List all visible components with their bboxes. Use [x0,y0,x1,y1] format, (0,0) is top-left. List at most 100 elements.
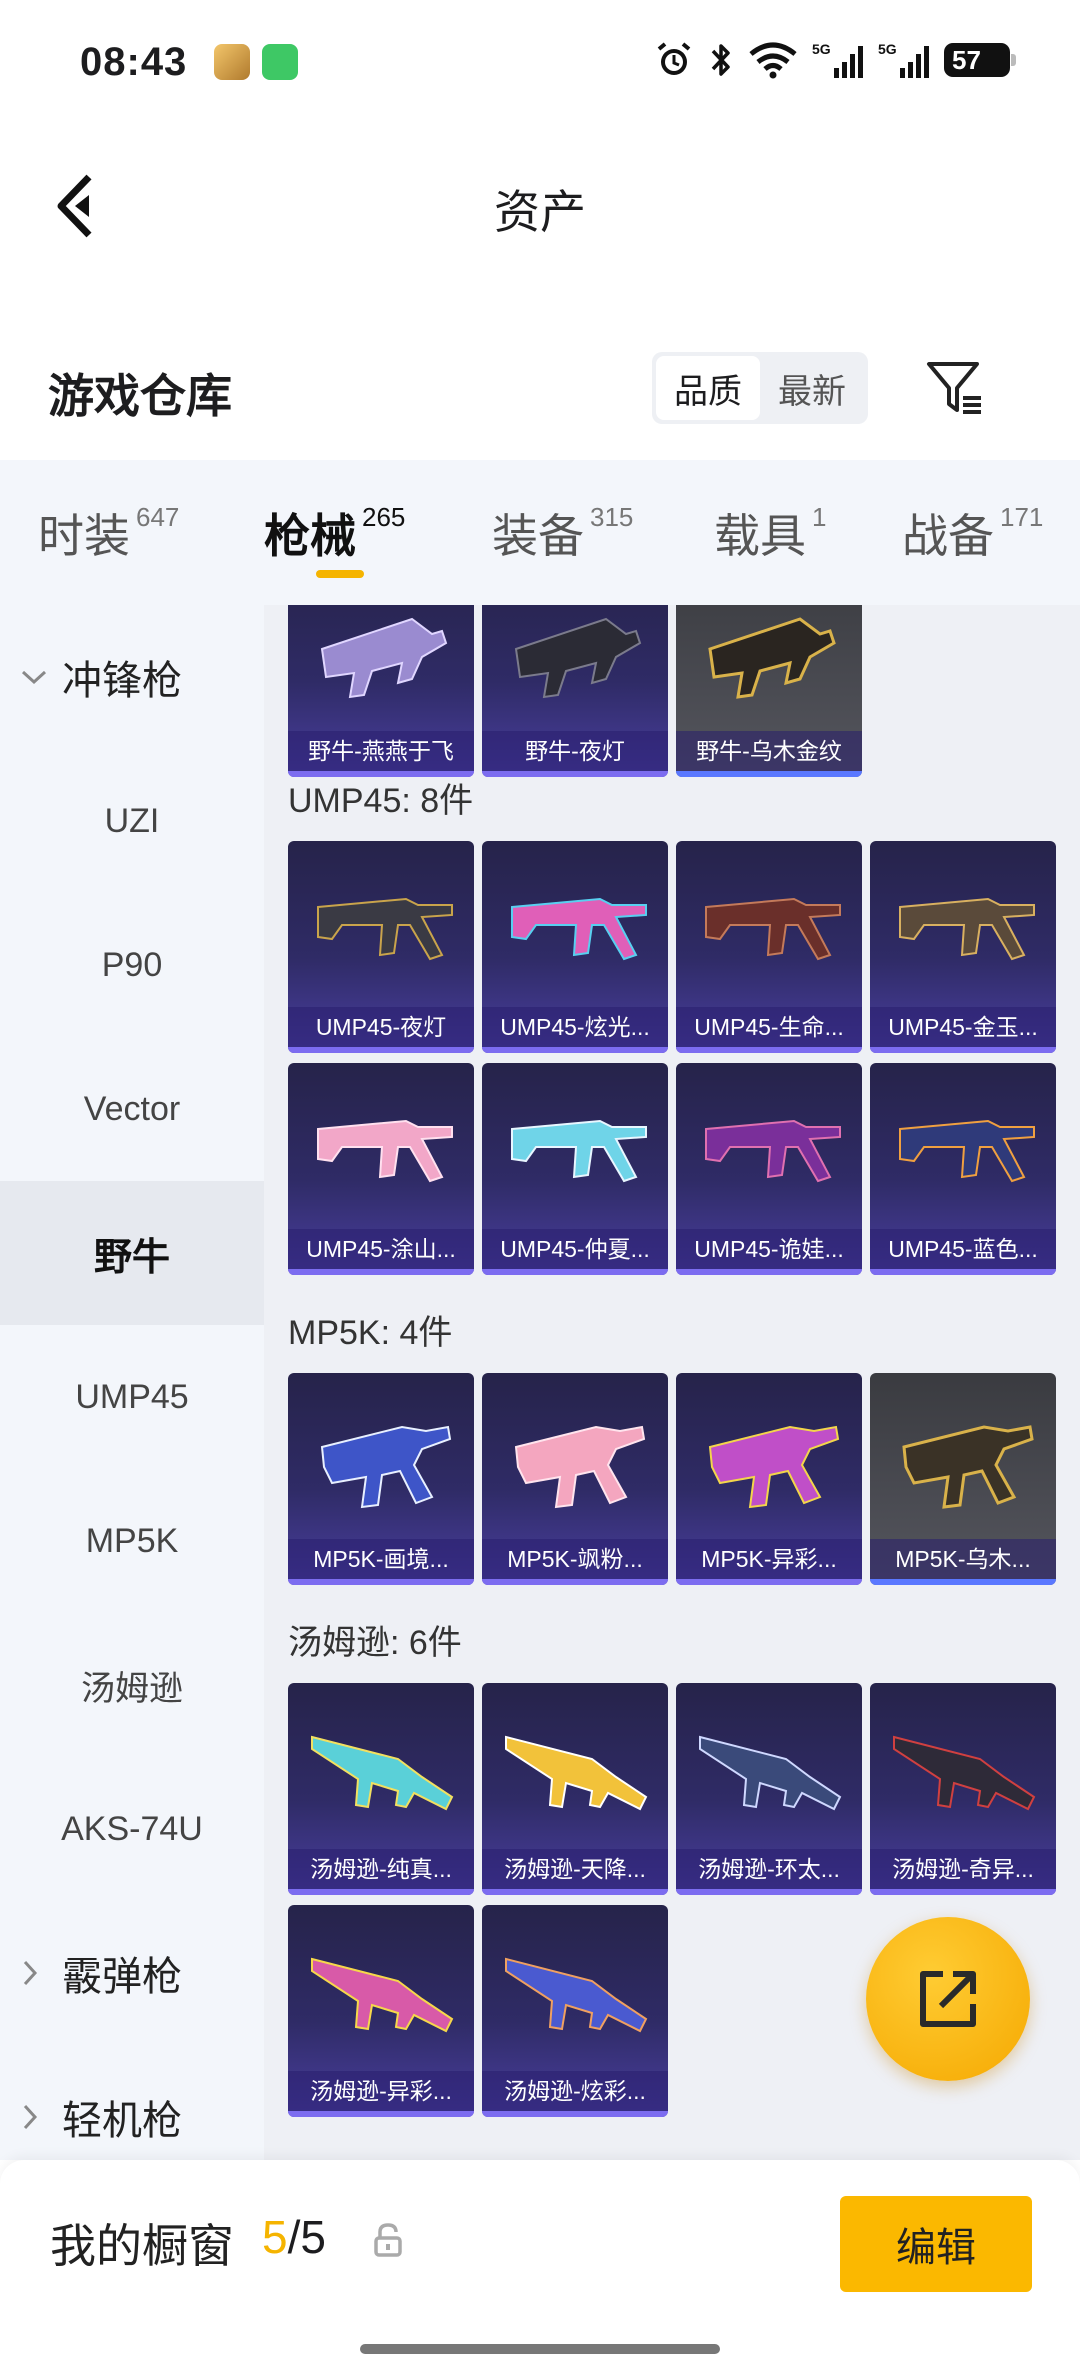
smg-skin-icon [902,1425,1034,1509]
tab-firearms[interactable]: 枪械 265 [264,500,405,566]
sidebar-item-aks74u[interactable]: AKS-74U [0,1757,264,1901]
skin-card[interactable]: 野牛-夜灯 [482,605,668,777]
edit-button[interactable]: 编辑 [840,2196,1032,2292]
smg-skin-icon [317,897,453,961]
home-indicator [360,2344,720,2354]
sidebar-item-mp5k[interactable]: MP5K [0,1469,264,1613]
svg-text:5G: 5G [878,41,897,57]
showcase-count: 5/5 [262,2210,326,2264]
rarity-bar [288,2111,474,2117]
skin-card[interactable]: 汤姆逊-炫彩... [482,1905,668,2117]
tab-count: 647 [136,502,180,532]
skin-card[interactable]: 野牛-燕燕于飞 [288,605,474,777]
skin-name: 汤姆逊-环太... [676,1849,862,1889]
smg-skin-icon [505,1735,648,1811]
tab-equipment[interactable]: 装备 315 [492,500,633,566]
rarity-bar [482,1269,668,1275]
battery-level: 57 [952,44,981,75]
section-title-ump45: UMP45: 8件 [288,782,474,820]
smg-skin-icon [317,1119,453,1183]
rarity-bar [482,2111,668,2117]
skin-name: UMP45-涂山... [288,1229,474,1269]
rarity-bar [676,771,862,777]
skin-name: 野牛-夜灯 [482,731,668,771]
sidebar-item-bison[interactable]: 野牛 [0,1181,264,1325]
tab-fashion[interactable]: 时装 647 [38,500,179,566]
skin-name: UMP45-仲夏... [482,1229,668,1269]
category-tabs: 时装 647 枪械 265 装备 315 载具 1 战备 171 [0,460,1080,605]
sidebar-item-vector[interactable]: Vector [0,1037,264,1181]
warehouse-title: 游戏仓库 [48,370,232,422]
chevron-right-icon [20,1959,50,1987]
showcase-label: 我的橱窗 [50,2220,234,2272]
tab-count: 1 [812,502,827,532]
skin-card[interactable]: UMP45-金玉... [870,841,1056,1053]
skin-card[interactable]: MP5K-异彩... [676,1373,862,1585]
skin-card[interactable]: 汤姆逊-奇异... [870,1683,1056,1895]
sort-quality-button[interactable]: 品质 [656,356,760,420]
skin-card[interactable]: 汤姆逊-环太... [676,1683,862,1895]
message-notification-icon [262,44,298,80]
sidebar-item-uzi[interactable]: UZI [0,749,264,893]
skin-card[interactable]: UMP45-蓝色... [870,1063,1056,1275]
smg-skin-icon [699,1735,842,1811]
skin-name: UMP45-炫光... [482,1007,668,1047]
skin-name: MP5K-画境... [288,1539,474,1579]
skin-card[interactable]: MP5K-飒粉... [482,1373,668,1585]
skin-card[interactable]: 野牛-乌木金纹 [676,605,862,777]
app-notification-icon [214,44,250,80]
rarity-bar [870,1579,1056,1585]
skin-card[interactable]: 汤姆逊-天降... [482,1683,668,1895]
skin-name: UMP45-夜灯 [288,1007,474,1047]
tab-tactical[interactable]: 战备 171 [902,500,1043,566]
sidebar-item-thompson[interactable]: 汤姆逊 [0,1613,264,1757]
skin-card[interactable]: UMP45-涂山... [288,1063,474,1275]
alarm-icon [657,42,691,75]
skin-card[interactable]: MP5K-画境... [288,1373,474,1585]
skin-name: 汤姆逊-天降... [482,1849,668,1889]
rarity-bar [870,1889,1056,1895]
share-button[interactable] [866,1917,1030,2081]
skin-name: UMP45-诡娃... [676,1229,862,1269]
sidebar-group-label: 轻机枪 [62,2099,182,2143]
status-time: 08:43 [80,40,188,84]
battery-icon: 57 [944,43,1016,77]
skin-card[interactable]: UMP45-生命... [676,841,862,1053]
smg-skin-icon [320,617,448,699]
filter-icon [927,362,981,414]
smg-skin-icon [311,1735,454,1811]
skin-name: 汤姆逊-炫彩... [482,2071,668,2111]
skin-card[interactable]: 汤姆逊-纯真... [288,1683,474,1895]
chevron-down-icon [20,667,50,687]
skin-card[interactable]: MP5K-乌木... [870,1373,1056,1585]
smg-skin-icon [893,1735,1036,1811]
smg-skin-icon [705,1119,841,1183]
svg-text:5G: 5G [812,41,831,57]
showcase-separator: / [287,2211,301,2263]
skin-card[interactable]: UMP45-炫光... [482,841,668,1053]
top-app-bar: 资产 [0,140,1080,270]
sidebar-group-smg[interactable]: 冲锋枪 [0,605,264,749]
bluetooth-icon [711,44,730,76]
skin-card[interactable]: UMP45-仲夏... [482,1063,668,1275]
weapon-type-sidebar: 冲锋枪 UZI P90 Vector 野牛 UMP45 MP5K 汤姆逊 AKS… [0,605,264,2160]
skin-name: 野牛-燕燕于飞 [288,731,474,771]
rarity-bar [482,771,668,777]
skin-card[interactable]: UMP45-夜灯 [288,841,474,1053]
page-title: 资产 [494,186,586,238]
skin-card[interactable]: UMP45-诡娃... [676,1063,862,1275]
tab-label: 载具 [714,510,806,562]
skin-name: 野牛-乌木金纹 [676,731,862,771]
rarity-bar [288,1579,474,1585]
sidebar-group-shotgun[interactable]: 霰弹枪 [0,1901,264,2045]
sidebar-item-p90[interactable]: P90 [0,893,264,1037]
rarity-bar [288,1047,474,1053]
sidebar-item-ump45[interactable]: UMP45 [0,1325,264,1469]
tab-vehicles[interactable]: 载具 1 [714,500,826,566]
signal-5g-icon: 5G [812,41,863,78]
filter-button[interactable] [920,350,990,426]
sort-newest-button[interactable]: 最新 [760,356,864,420]
smg-skin-icon [511,897,647,961]
section-title-mp5k: MP5K: 4件 [288,1314,453,1352]
skin-card[interactable]: 汤姆逊-异彩... [288,1905,474,2117]
